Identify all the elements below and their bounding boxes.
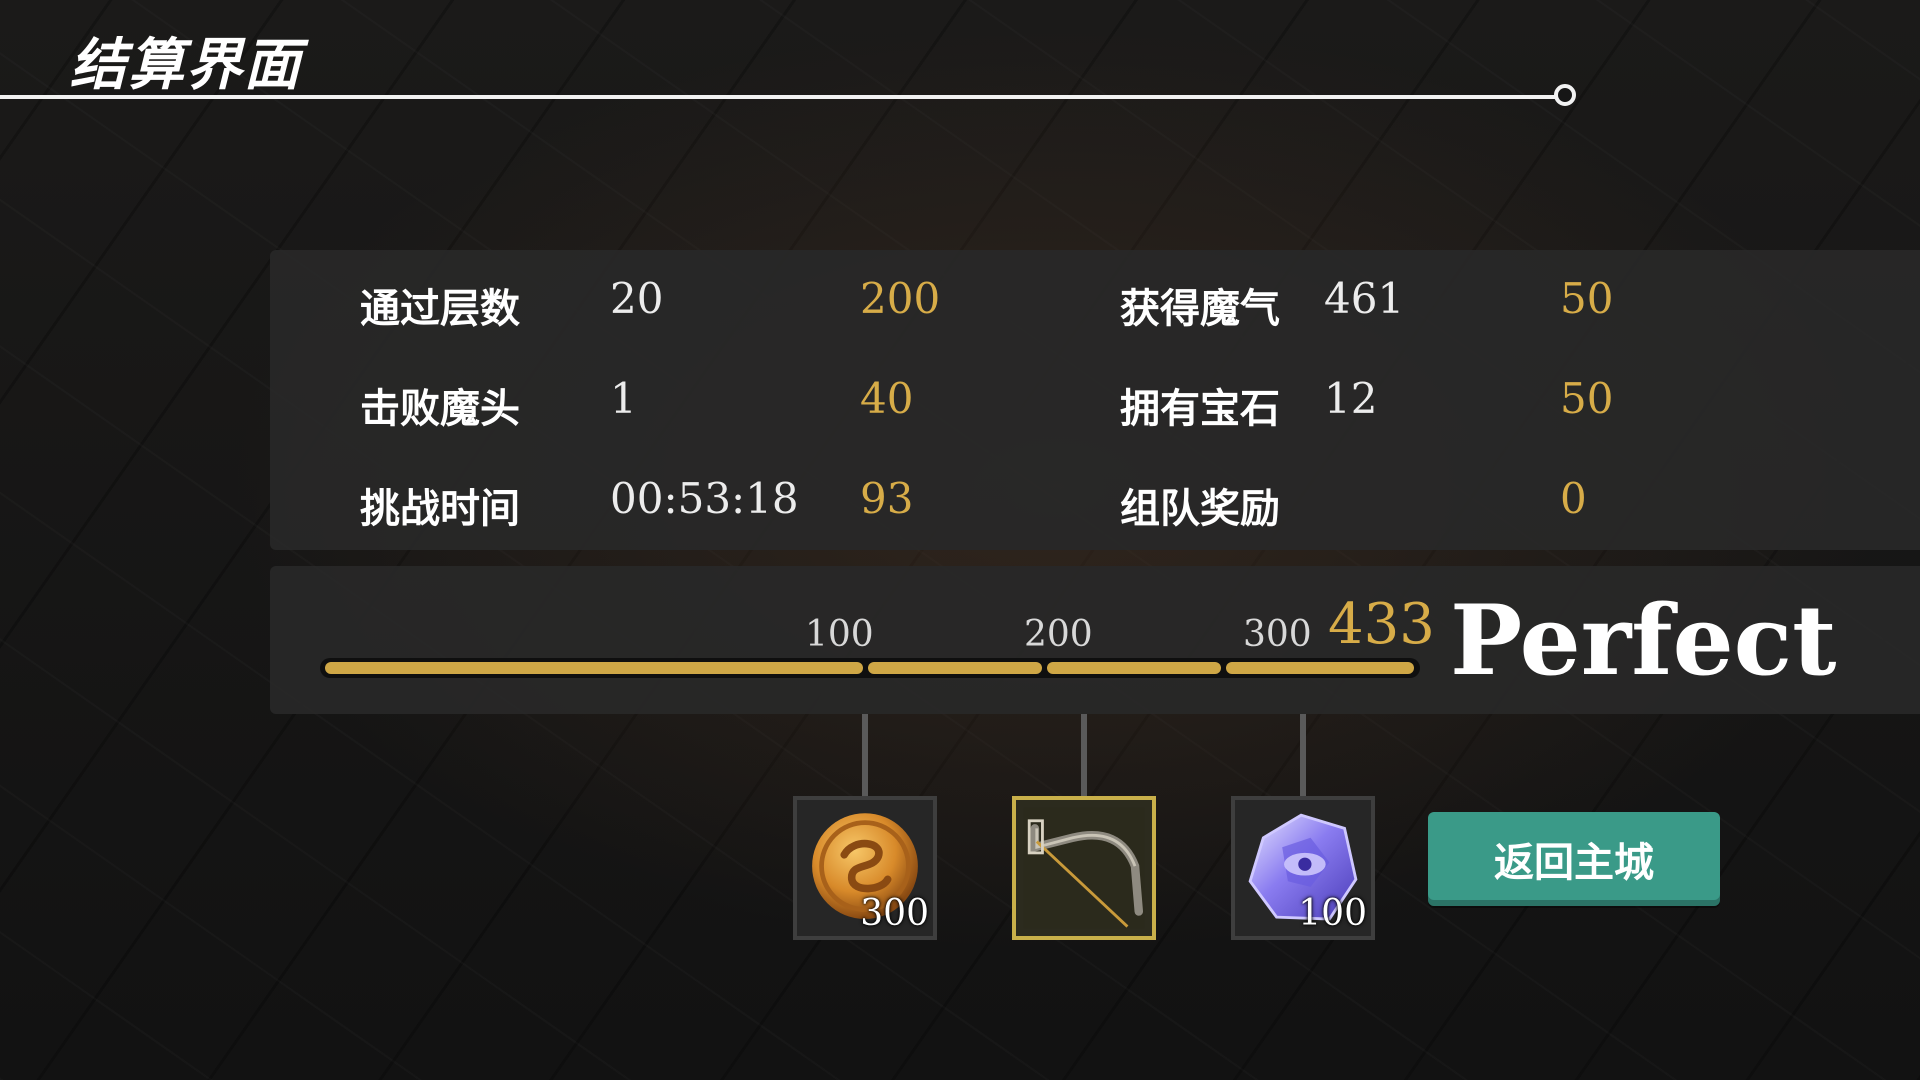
progress-segment-2 <box>868 662 1042 674</box>
stats-panel: 通过层数 20 200 击败魔头 1 40 挑战时间 00:53:18 93 获… <box>270 250 1920 550</box>
stat-label-gems: 拥有宝石 <box>1120 386 1280 432</box>
grade-label: Perfect <box>1450 584 1837 697</box>
reward-slot-coin[interactable]: 300 <box>793 796 937 940</box>
stat-score-time: 93 <box>860 474 914 523</box>
bow-icon <box>1023 807 1145 929</box>
progress-segment-4 <box>1226 662 1414 674</box>
title-divider <box>0 95 1558 99</box>
stat-score-demon-qi: 50 <box>1560 274 1614 323</box>
progress-segment-3 <box>1047 662 1221 674</box>
progress-tick-200: 200 <box>1024 614 1093 655</box>
stat-label-time: 挑战时间 <box>360 486 520 532</box>
score-panel: 100 200 300 433 Perfect <box>270 566 1920 714</box>
progress-tick-300: 300 <box>1243 614 1312 655</box>
stat-value-time: 00:53:18 <box>610 474 799 523</box>
stat-label-demon-qi: 获得魔气 <box>1120 286 1280 332</box>
stat-value-gems: 12 <box>1324 374 1378 423</box>
progress-tick-100: 100 <box>805 614 874 655</box>
stat-label-bosses: 击败魔头 <box>360 386 520 432</box>
stat-score-floors: 200 <box>860 274 941 323</box>
stat-label-floors: 通过层数 <box>360 286 520 332</box>
reward-count-gem: 100 <box>1298 893 1367 934</box>
reward-connector-1 <box>862 714 868 796</box>
reward-connector-2 <box>1081 714 1087 796</box>
page-title: 结算界面 <box>70 33 302 98</box>
stat-score-team-reward: 0 <box>1560 474 1587 523</box>
reward-connector-3 <box>1300 714 1306 796</box>
stat-score-gems: 50 <box>1560 374 1614 423</box>
total-score: 433 <box>1328 592 1435 657</box>
stat-value-floors: 20 <box>610 274 664 323</box>
reward-count-coin: 300 <box>860 893 929 934</box>
progress-segment-1 <box>325 662 863 674</box>
stat-score-bosses: 40 <box>860 374 914 423</box>
reward-slot-gem[interactable]: 100 <box>1231 796 1375 940</box>
title-divider-knob <box>1554 84 1576 106</box>
reward-slot-bow[interactable] <box>1012 796 1156 940</box>
stat-label-team-reward: 组队奖励 <box>1120 486 1280 532</box>
return-to-city-button[interactable]: 返回主城 <box>1428 812 1720 906</box>
stat-value-bosses: 1 <box>610 374 637 423</box>
stat-value-demon-qi: 461 <box>1324 274 1405 323</box>
